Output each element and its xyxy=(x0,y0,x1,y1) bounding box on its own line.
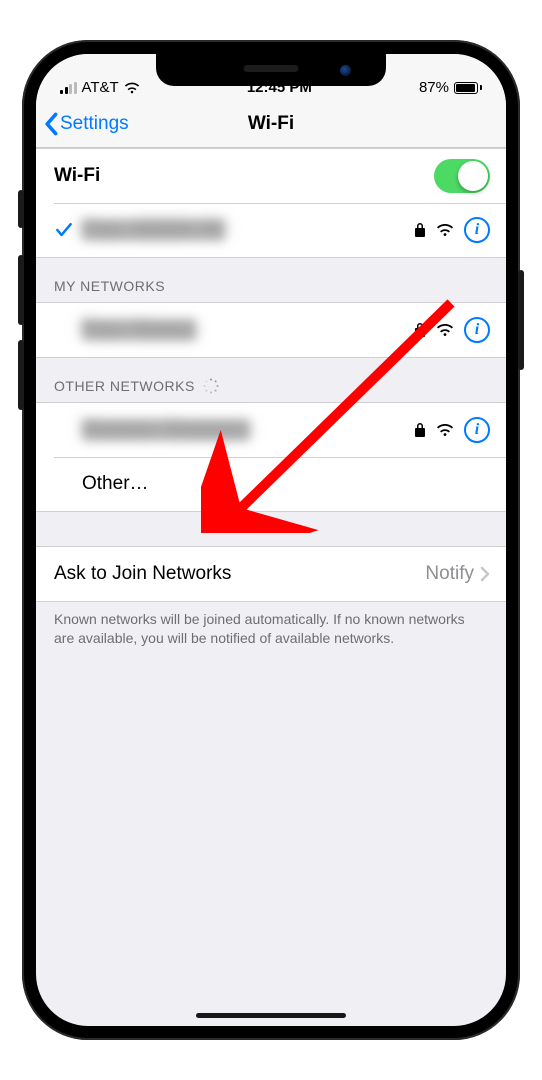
spinner-icon xyxy=(203,378,219,394)
lock-icon xyxy=(414,422,426,438)
my-networks-header: MY NETWORKS xyxy=(36,258,506,302)
my-network-name: Fxxx Xxxxxx xyxy=(82,319,196,341)
battery-percent-label: 87% xyxy=(419,79,449,96)
wifi-toggle-row: Wi-Fi xyxy=(36,149,506,203)
content: Wi-Fi Fxxx XXXXX XX i xyxy=(36,148,506,1026)
connected-network-name: Fxxx XXXXX XX xyxy=(82,219,225,241)
other-manual-label: Other… xyxy=(82,473,490,495)
info-icon[interactable]: i xyxy=(464,217,490,243)
wifi-icon xyxy=(124,80,140,96)
lock-icon xyxy=(414,222,426,238)
battery-icon xyxy=(454,82,482,94)
info-icon[interactable]: i xyxy=(464,317,490,343)
other-networks-header: OTHER NETWORKS xyxy=(36,358,506,402)
wifi-toggle[interactable] xyxy=(434,159,490,193)
home-indicator[interactable] xyxy=(196,1013,346,1018)
mute-switch xyxy=(18,190,24,228)
lock-icon xyxy=(414,322,426,338)
notch xyxy=(156,54,386,86)
carrier-label: AT&T xyxy=(82,79,119,96)
info-icon[interactable]: i xyxy=(464,417,490,443)
wifi-label: Wi-Fi xyxy=(54,165,434,187)
other-manual-row[interactable]: Other… xyxy=(36,457,506,511)
phone-frame: AT&T 12:45 PM 87% Settings xyxy=(22,40,520,1040)
ask-to-join-row[interactable]: Ask to Join Networks Notify xyxy=(36,547,506,601)
chevron-right-icon xyxy=(480,566,490,582)
wifi-strength-icon xyxy=(436,221,454,239)
volume-down-button xyxy=(18,340,24,410)
power-button xyxy=(518,270,524,370)
page-title: Wi-Fi xyxy=(248,113,294,135)
back-label: Settings xyxy=(60,113,129,135)
signal-bars-icon xyxy=(60,82,77,94)
other-network-row[interactable]: Xxxxxxx Xxxxxxxx i xyxy=(36,403,506,457)
wifi-strength-icon xyxy=(436,321,454,339)
my-network-row[interactable]: Fxxx Xxxxxx i xyxy=(36,303,506,357)
screen: AT&T 12:45 PM 87% Settings xyxy=(36,54,506,1026)
checkmark-icon xyxy=(54,220,82,240)
ask-to-join-value: Notify xyxy=(425,563,474,585)
ask-to-join-label: Ask to Join Networks xyxy=(54,563,425,585)
nav-bar: Settings Wi-Fi xyxy=(36,100,506,148)
back-button[interactable]: Settings xyxy=(44,100,129,147)
wifi-strength-icon xyxy=(436,421,454,439)
volume-up-button xyxy=(18,255,24,325)
chevron-left-icon xyxy=(44,112,60,136)
other-network-name: Xxxxxxx Xxxxxxxx xyxy=(82,419,250,441)
connected-network-row[interactable]: Fxxx XXXXX XX i xyxy=(36,203,506,257)
ask-to-join-footer: Known networks will be joined automatica… xyxy=(36,602,506,662)
